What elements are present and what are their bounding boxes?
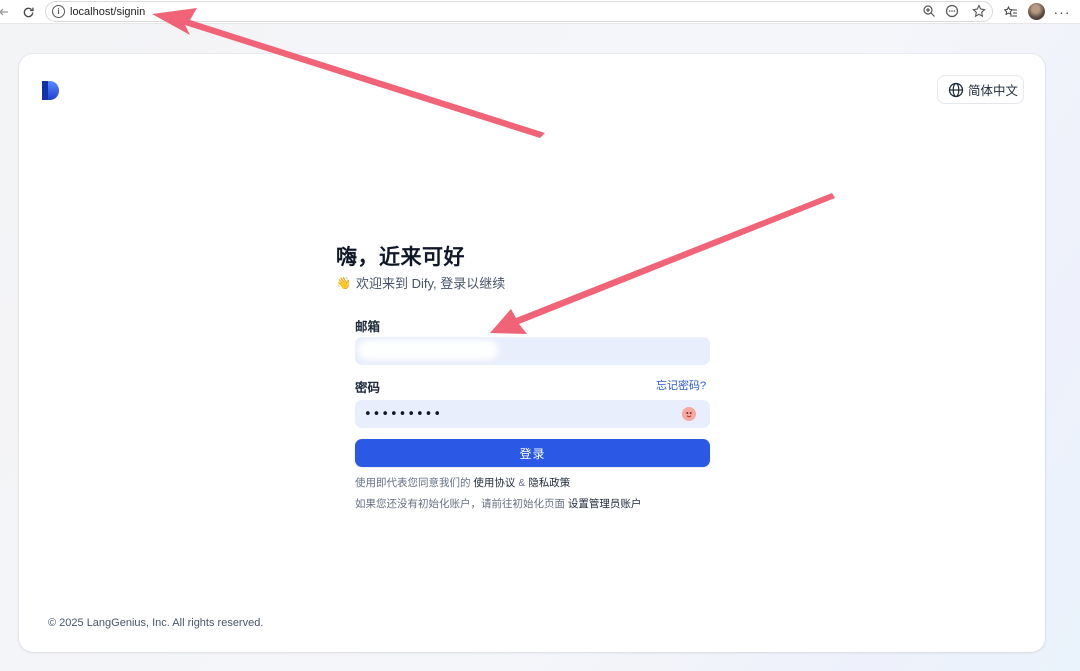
page-subtitle: 👋 欢迎来到 Dify, 登录以继续 <box>336 273 505 292</box>
more-icon[interactable]: ··· <box>1052 2 1072 22</box>
globe-icon <box>948 82 964 97</box>
wave-icon: 👋 <box>336 275 351 290</box>
setup-admin-link[interactable]: 设置管理员账户 <box>568 498 642 510</box>
password-field[interactable]: ••••••••• <box>355 400 710 428</box>
url-text[interactable]: localhost/signin <box>70 6 145 18</box>
back-icon[interactable] <box>0 2 14 22</box>
favorites-icon[interactable] <box>1001 2 1021 22</box>
language-selector[interactable]: 简体中文 <box>937 75 1024 104</box>
eye-icon[interactable] <box>682 407 696 421</box>
privacy-link[interactable]: 隐私政策 <box>528 477 570 489</box>
reload-icon[interactable] <box>18 2 38 22</box>
zoom-icon[interactable] <box>922 4 938 20</box>
init-text: 如果您还没有初始化账户，请前往初始化页面 设置管理员账户 <box>355 496 641 511</box>
info-icon[interactable]: i <box>52 5 65 18</box>
page-title: 嗨，近来可好 <box>336 246 465 269</box>
forgot-password-link[interactable]: 忘记密码? <box>656 377 706 393</box>
star-icon[interactable] <box>972 4 988 20</box>
email-redaction <box>358 340 498 360</box>
terms-text: 使用即代表您同意我们的 使用协议 & 隐私政策 <box>355 475 570 490</box>
avatar[interactable] <box>1028 3 1045 20</box>
terms-and: & <box>518 477 526 489</box>
init-prefix: 如果您还没有初始化账户，请前往初始化页面 <box>355 498 565 510</box>
signin-button[interactable]: 登录 <box>355 439 710 467</box>
browser-toolbar: i localhost/signin ··· <box>0 0 1080 24</box>
terms-link[interactable]: 使用协议 <box>473 477 515 489</box>
password-label: 密码 <box>355 381 381 395</box>
terms-prefix: 使用即代表您同意我们的 <box>355 477 471 489</box>
subtitle-text: 欢迎来到 Dify, 登录以继续 <box>355 276 506 291</box>
address-bar[interactable]: i localhost/signin <box>45 1 993 22</box>
language-label: 简体中文 <box>968 84 1019 98</box>
email-label: 邮箱 <box>355 320 381 334</box>
dify-logo-icon <box>42 81 59 100</box>
reader-icon[interactable] <box>945 4 961 20</box>
copyright: © 2025 LangGenius, Inc. All rights reser… <box>48 617 264 629</box>
